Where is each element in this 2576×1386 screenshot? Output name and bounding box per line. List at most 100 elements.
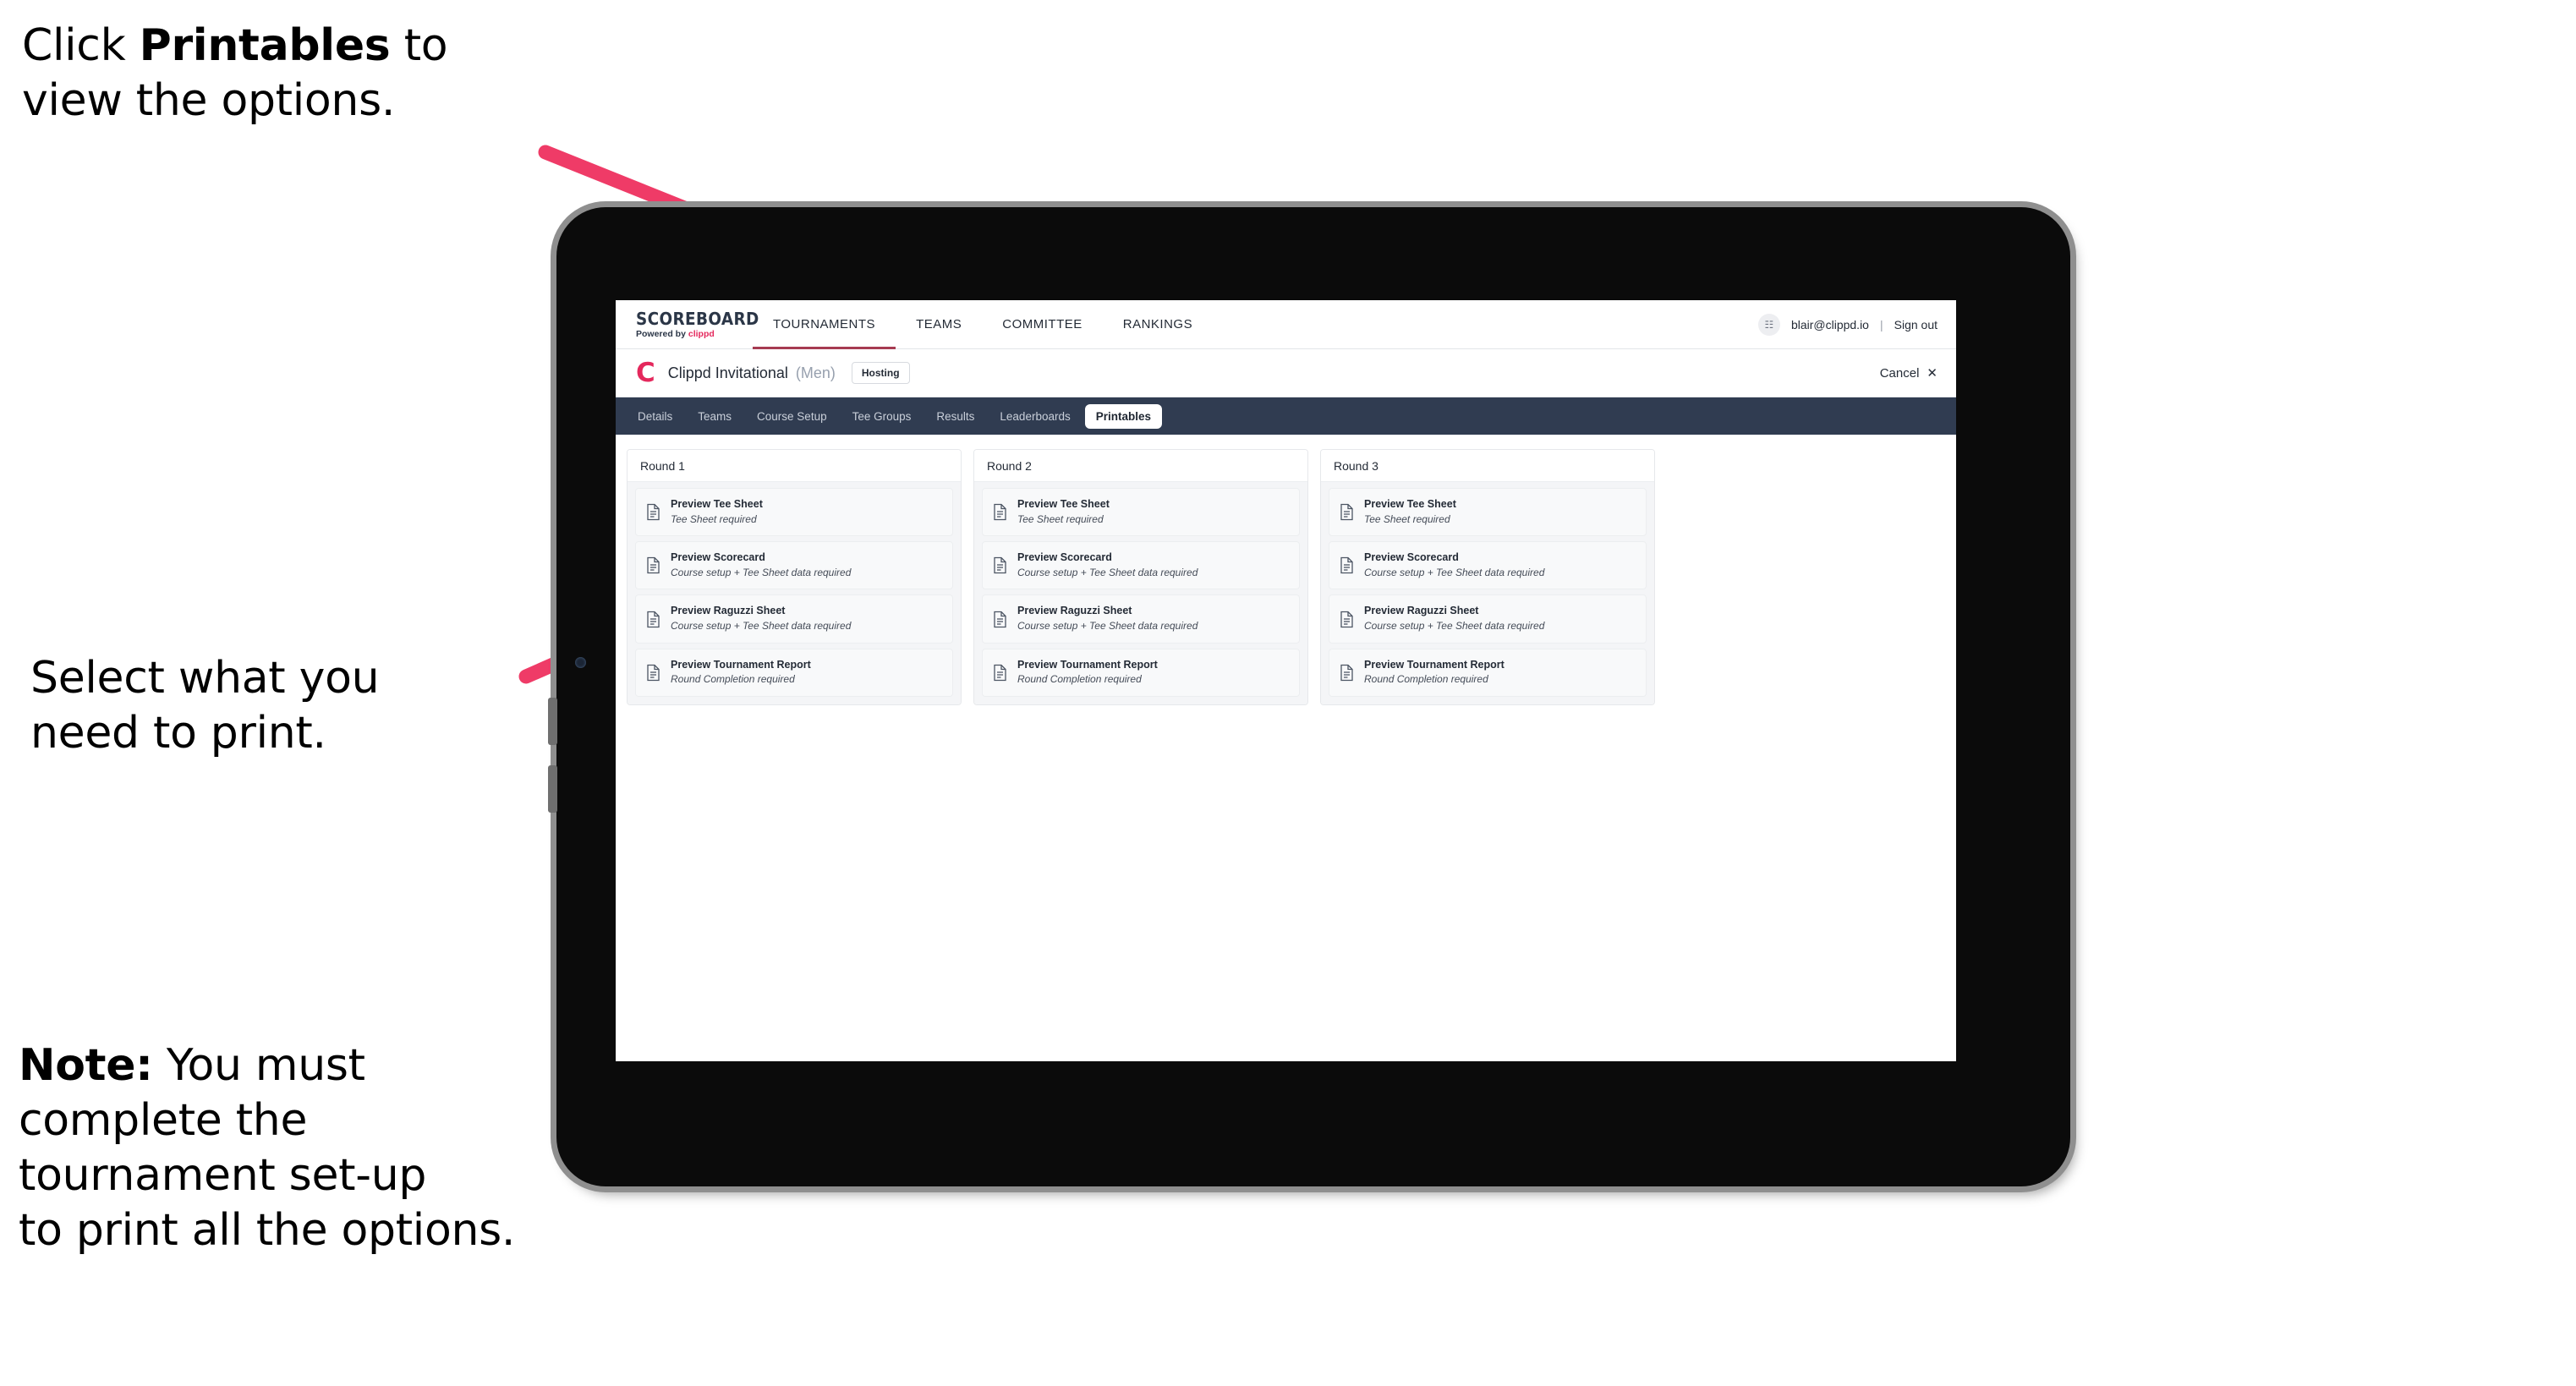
close-icon: ✕ bbox=[1927, 366, 1937, 381]
tab-course-setup[interactable]: Course Setup bbox=[746, 404, 838, 429]
printable-subtitle: Tee Sheet required bbox=[1017, 512, 1104, 525]
app-top-navbar: SCOREBOARD Powered by clippd TOURNAMENTS… bbox=[616, 300, 1956, 349]
printable-title: Preview Tournament Report bbox=[1017, 658, 1158, 671]
document-icon bbox=[1340, 503, 1353, 521]
printable-text: Preview Tournament Report Round Completi… bbox=[1017, 659, 1158, 687]
printable-text: Preview Raguzzi Sheet Course setup + Tee… bbox=[1017, 605, 1198, 633]
printable-subtitle: Round Completion required bbox=[1017, 673, 1142, 686]
annotation-click-bold: Printables bbox=[139, 20, 391, 71]
nav-item-teams[interactable]: TEAMS bbox=[896, 300, 982, 348]
round-items: Preview Tee Sheet Tee Sheet required Pre… bbox=[1321, 482, 1654, 704]
printable-tee-sheet[interactable]: Preview Tee Sheet Tee Sheet required bbox=[1329, 488, 1647, 537]
printable-subtitle: Course setup + Tee Sheet data required bbox=[1364, 620, 1545, 633]
printables-content: Round 1 Preview Tee Sheet Tee Sheet requ… bbox=[616, 435, 1956, 705]
document-icon bbox=[1340, 664, 1353, 681]
round-items: Preview Tee Sheet Tee Sheet required Pre… bbox=[974, 482, 1307, 704]
printable-subtitle: Course setup + Tee Sheet data required bbox=[1017, 620, 1198, 633]
printable-subtitle: Course setup + Tee Sheet data required bbox=[671, 620, 852, 633]
sign-out-link[interactable]: Sign out bbox=[1894, 318, 1937, 331]
tab-results[interactable]: Results bbox=[925, 404, 985, 429]
printable-title: Preview Tee Sheet bbox=[1017, 498, 1110, 510]
brand-subtitle: Powered by clippd bbox=[636, 330, 753, 339]
cancel-label: Cancel bbox=[1879, 365, 1920, 381]
printable-tee-sheet[interactable]: Preview Tee Sheet Tee Sheet required bbox=[635, 488, 953, 537]
printable-text: Preview Raguzzi Sheet Course setup + Tee… bbox=[1364, 605, 1544, 633]
tournament-sub-nav: Details Teams Course Setup Tee Groups Re… bbox=[616, 397, 1956, 435]
printable-text: Preview Tee Sheet Tee Sheet required bbox=[1017, 498, 1110, 526]
annotation-note-bold: Note: bbox=[19, 1040, 153, 1091]
printable-text: Preview Scorecard Course setup + Tee She… bbox=[671, 551, 851, 579]
printable-subtitle: Course setup + Tee Sheet data required bbox=[1364, 566, 1545, 578]
printable-title: Preview Tournament Report bbox=[1364, 658, 1504, 671]
printable-title: Preview Raguzzi Sheet bbox=[1364, 605, 1479, 617]
printable-text: Preview Scorecard Course setup + Tee She… bbox=[1017, 551, 1198, 579]
user-email: blair@clippd.io bbox=[1790, 317, 1869, 331]
printable-subtitle: Course setup + Tee Sheet data required bbox=[1017, 566, 1198, 578]
round-column-2: Round 2 Preview Tee Sheet Tee Sheet requ… bbox=[973, 449, 1308, 705]
printable-scorecard[interactable]: Preview Scorecard Course setup + Tee She… bbox=[635, 541, 953, 590]
round-title: Round 3 bbox=[1321, 450, 1654, 482]
document-icon bbox=[994, 557, 1006, 574]
round-title: Round 1 bbox=[628, 450, 961, 482]
printable-text: Preview Scorecard Course setup + Tee She… bbox=[1364, 551, 1544, 579]
front-camera-icon bbox=[575, 657, 586, 668]
document-icon bbox=[994, 664, 1006, 681]
nav-item-committee[interactable]: COMMITTEE bbox=[982, 300, 1103, 348]
document-icon bbox=[1340, 611, 1353, 627]
printable-raguzzi-sheet[interactable]: Preview Raguzzi Sheet Course setup + Tee… bbox=[635, 594, 953, 644]
printable-subtitle: Tee Sheet required bbox=[1364, 512, 1450, 525]
nav-item-tournaments[interactable]: TOURNAMENTS bbox=[753, 300, 896, 349]
printable-tee-sheet[interactable]: Preview Tee Sheet Tee Sheet required bbox=[982, 488, 1300, 537]
scoreboard-logo[interactable]: SCOREBOARD Powered by clippd bbox=[616, 310, 759, 339]
tab-tee-groups[interactable]: Tee Groups bbox=[841, 404, 923, 429]
annotation-select-what: Select what you need to print. bbox=[30, 653, 380, 759]
tab-printables[interactable]: Printables bbox=[1084, 403, 1163, 429]
printable-subtitle: Round Completion required bbox=[671, 673, 795, 686]
printable-tournament-report[interactable]: Preview Tournament Report Round Completi… bbox=[982, 648, 1300, 697]
printable-text: Preview Tee Sheet Tee Sheet required bbox=[1364, 498, 1456, 526]
printable-text: Preview Raguzzi Sheet Course setup + Tee… bbox=[671, 605, 851, 633]
tablet-device-frame: SCOREBOARD Powered by clippd TOURNAMENTS… bbox=[548, 207, 2070, 1186]
tournament-gender: (Men) bbox=[795, 364, 836, 381]
document-icon bbox=[994, 611, 1006, 627]
tournament-name: Clippd Invitational bbox=[667, 364, 788, 381]
brand-subtitle-prefix: Powered by bbox=[636, 328, 688, 339]
user-account-area: ☷ blair@clippd.io | Sign out bbox=[1757, 313, 1956, 336]
printable-title: Preview Scorecard bbox=[671, 551, 765, 564]
printable-raguzzi-sheet[interactable]: Preview Raguzzi Sheet Course setup + Tee… bbox=[1329, 594, 1647, 644]
annotation-click-printables: Click Printables to view the options. bbox=[22, 19, 580, 129]
divider: | bbox=[1879, 317, 1883, 331]
tablet-screen: SCOREBOARD Powered by clippd TOURNAMENTS… bbox=[616, 300, 1956, 1061]
printable-title: Preview Raguzzi Sheet bbox=[671, 605, 786, 617]
printable-title: Preview Tee Sheet bbox=[671, 498, 763, 510]
printable-tournament-report[interactable]: Preview Tournament Report Round Completi… bbox=[635, 648, 953, 697]
primary-nav: TOURNAMENTS TEAMS COMMITTEE RANKINGS bbox=[753, 300, 1213, 349]
printable-subtitle: Course setup + Tee Sheet data required bbox=[671, 566, 852, 578]
tab-leaderboards[interactable]: Leaderboards bbox=[989, 404, 1081, 429]
printable-title: Preview Tournament Report bbox=[671, 658, 811, 671]
tab-teams[interactable]: Teams bbox=[687, 404, 743, 429]
printable-title: Preview Scorecard bbox=[1017, 551, 1112, 564]
nav-item-rankings[interactable]: RANKINGS bbox=[1103, 300, 1213, 348]
avatar[interactable]: ☷ bbox=[1757, 313, 1780, 336]
round-column-1: Round 1 Preview Tee Sheet Tee Sheet requ… bbox=[627, 449, 962, 705]
document-icon bbox=[647, 503, 660, 521]
volume-up-button[interactable] bbox=[548, 698, 557, 745]
status-badge: Hosting bbox=[851, 362, 910, 384]
printable-text: Preview Tee Sheet Tee Sheet required bbox=[671, 498, 763, 526]
brand-subtitle-clippd: clippd bbox=[688, 328, 715, 339]
cancel-button[interactable]: Cancel ✕ bbox=[1880, 365, 1937, 381]
clippd-logo-icon: C bbox=[636, 357, 655, 388]
printable-scorecard[interactable]: Preview Scorecard Course setup + Tee She… bbox=[1329, 541, 1647, 590]
round-items: Preview Tee Sheet Tee Sheet required Pre… bbox=[628, 482, 961, 704]
printable-tournament-report[interactable]: Preview Tournament Report Round Completi… bbox=[1329, 648, 1647, 697]
document-icon bbox=[647, 611, 660, 627]
tab-details[interactable]: Details bbox=[627, 404, 683, 429]
document-icon bbox=[647, 664, 660, 681]
volume-down-button[interactable] bbox=[548, 765, 557, 813]
printable-scorecard[interactable]: Preview Scorecard Course setup + Tee She… bbox=[982, 541, 1300, 590]
printable-subtitle: Round Completion required bbox=[1364, 673, 1488, 686]
document-icon bbox=[647, 557, 660, 574]
printable-raguzzi-sheet[interactable]: Preview Raguzzi Sheet Course setup + Tee… bbox=[982, 594, 1300, 644]
printable-title: Preview Scorecard bbox=[1364, 551, 1459, 564]
